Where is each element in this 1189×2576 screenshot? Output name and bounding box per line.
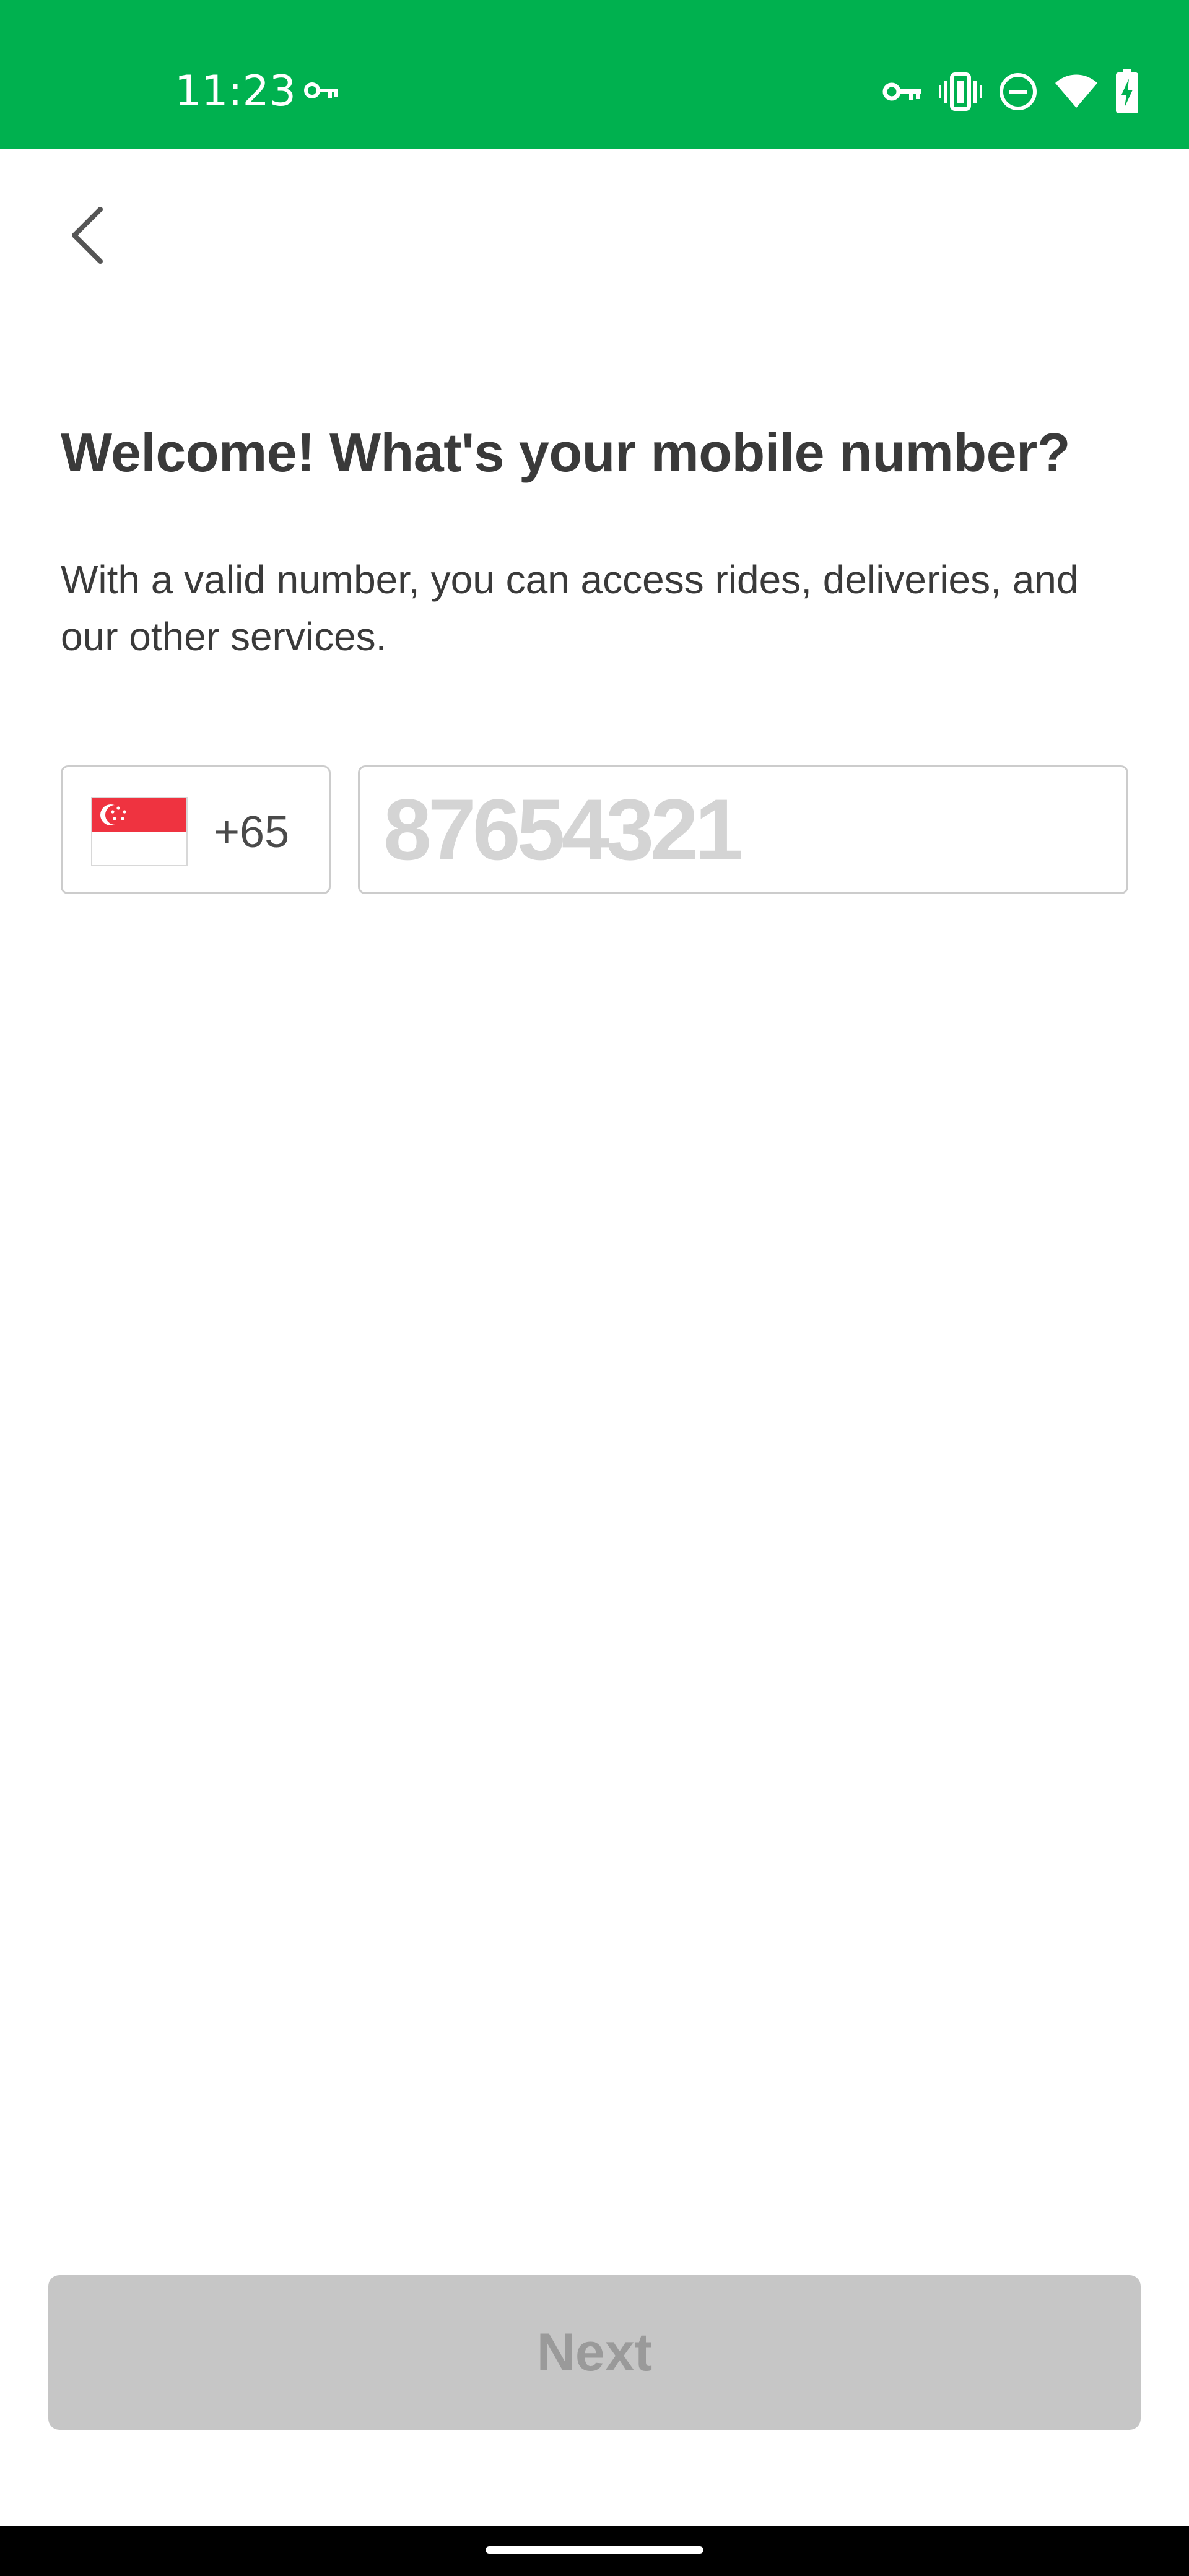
vibrate-icon: [939, 72, 982, 111]
chevron-left-icon: [72, 207, 103, 264]
vpn-key-icon: [882, 78, 923, 105]
next-button[interactable]: Next: [48, 2275, 1141, 2430]
phone-number-input[interactable]: [358, 765, 1128, 894]
back-button[interactable]: [59, 198, 115, 272]
status-icons: [882, 68, 1139, 115]
page-title: Welcome! What's your mobile number?: [61, 422, 1071, 483]
country-code-picker[interactable]: +65: [61, 765, 331, 894]
dial-code: +65: [214, 807, 290, 857]
status-time: 11:23: [175, 67, 296, 116]
page-subtitle: With a valid number, you can access ride…: [61, 557, 1079, 659]
key-icon: [303, 77, 341, 104]
status-bar: 11:23: [0, 0, 1189, 149]
home-gesture-handle[interactable]: [486, 2546, 703, 2554]
battery-charging-icon: [1115, 69, 1139, 115]
wifi-icon: [1054, 73, 1099, 110]
do-not-disturb-icon: [998, 72, 1038, 111]
navigation-bar: [0, 2526, 1189, 2576]
singapore-flag-icon: [91, 797, 188, 866]
